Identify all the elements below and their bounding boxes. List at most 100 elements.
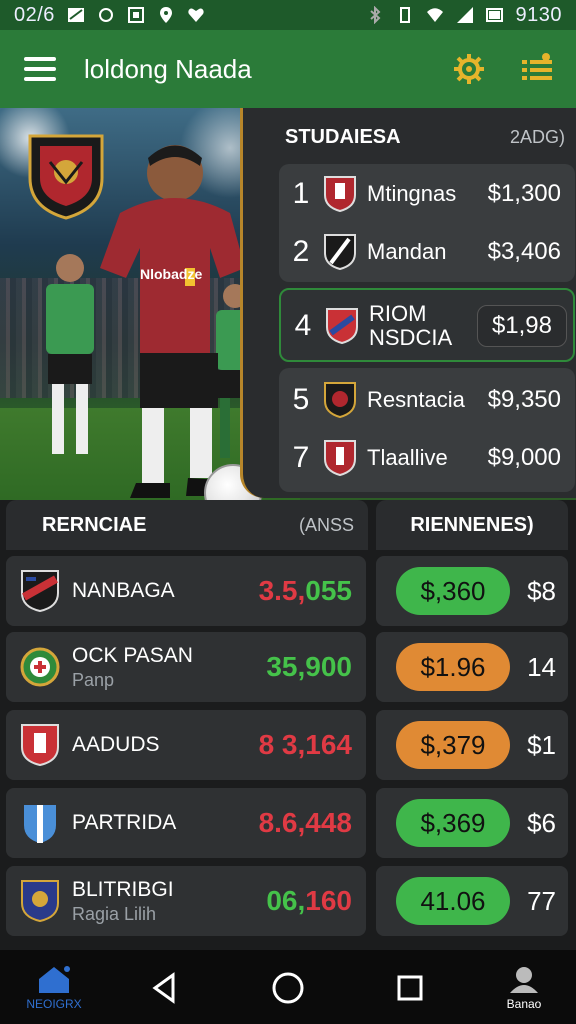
hamburger-menu-icon[interactable]	[24, 57, 56, 81]
team-value-part1: 35,900	[266, 651, 352, 682]
team-badge-icon	[24, 805, 56, 843]
team-row[interactable]: NANBAGA 3.5,055	[6, 556, 366, 626]
odds-button[interactable]: $,379	[396, 721, 510, 769]
team-value: 35,900	[266, 651, 352, 683]
team-badge-icon	[324, 176, 356, 213]
odds-row: 41.06 77	[376, 866, 568, 936]
standings-group-1: 1 Mtingnas $1,300 2 Mandan $3,406	[279, 164, 575, 282]
team-name-line1: RIOM	[369, 301, 427, 326]
standings-row[interactable]: 7 Tlaallive $9,000	[279, 430, 575, 486]
standings-row-selected[interactable]: 4 RIOM NSDCIA $1,98	[281, 298, 576, 354]
odds-row: $,360 $8	[376, 556, 568, 626]
team-name: Mandan	[367, 239, 447, 264]
team-value: 8.6,448	[259, 807, 352, 839]
home-circle-icon	[272, 972, 304, 1004]
odds-button[interactable]: $1.96	[396, 643, 510, 691]
team-value: 06,160	[266, 885, 352, 917]
app-title: loldong Naada	[84, 53, 252, 84]
club-crest-icon	[28, 134, 104, 220]
team-value-part1: 8 3,164	[258, 729, 352, 760]
team-text: NANBAGA	[72, 579, 259, 603]
standings-row[interactable]: 1 Mtingnas $1,300	[279, 166, 575, 222]
nav-home[interactable]: NEOIGRX	[22, 958, 86, 1018]
section-title-left: RERNCIAE	[42, 513, 147, 536]
team-row[interactable]: PARTRIDA 8.6,448	[6, 788, 366, 858]
odds-button[interactable]: 41.06	[396, 877, 510, 925]
team-value: 3.5,055	[259, 575, 352, 607]
team-value-part1: 06,	[266, 885, 306, 916]
team-value-part1: 8.6,448	[258, 807, 352, 838]
team-subtitle: Ragia Lilih	[72, 903, 157, 924]
gear-icon[interactable]	[452, 52, 486, 86]
section-subtitle-left: (ANSS	[298, 514, 354, 535]
team-row[interactable]: AADUDS 8 3,164	[6, 710, 366, 780]
rank: 7	[292, 441, 310, 474]
team-text: OCK PASAN Panp	[72, 644, 266, 691]
team-name: RIOM NSDCIA	[369, 302, 477, 350]
team-subtitle: Panp	[72, 669, 115, 690]
odds-button[interactable]: $,369	[396, 799, 510, 847]
status-time-right: 9130	[515, 3, 562, 26]
status-bar: 02/6 9130	[0, 0, 576, 30]
odds-button[interactable]: $,360	[396, 567, 510, 615]
team-text: PARTRIDA	[72, 811, 259, 835]
team-value: 8 3,164	[259, 729, 352, 761]
team-value-part2: 055	[305, 575, 352, 606]
odds-value: $1	[527, 729, 556, 760]
screenshot-icon	[127, 7, 144, 23]
recents-square-icon	[397, 975, 423, 1001]
team-name: NANBAGA	[72, 579, 175, 602]
odds-row: $,379 $1	[376, 710, 568, 780]
email-icon	[67, 8, 84, 22]
sync-icon	[98, 8, 113, 22]
standings-subtitle: 2ADG)	[509, 126, 565, 147]
team-badge-icon	[324, 234, 356, 271]
profile-icon	[510, 967, 538, 993]
bluetooth-icon	[369, 6, 380, 24]
rank: 2	[292, 235, 310, 268]
signal-icon	[456, 7, 473, 23]
player-shirt-text: Nlobadze	[140, 266, 203, 282]
standings-panel: STUDAIESA 2ADG) 1 Mtingnas $1,300 2 Mand…	[240, 108, 576, 498]
standings-row[interactable]: 2 Mandan $3,406	[279, 224, 575, 280]
team-name: OCK PASAN	[72, 643, 193, 667]
standings-group-2: 5 Resntacia $9,350 7 Tlaallive $9,000	[279, 368, 575, 492]
team-value-part1: 3.5,	[258, 575, 306, 606]
filter-list-icon[interactable]	[520, 52, 554, 86]
vibrate-icon	[399, 7, 410, 23]
section-title-right: RIENNENES)	[410, 513, 534, 536]
location-icon	[159, 7, 172, 23]
nav-recents[interactable]	[378, 958, 442, 1018]
team-row[interactable]: OCK PASAN Panp 35,900	[6, 632, 366, 702]
team-row[interactable]: BLITRIBGI Ragia Lilih 06,160	[6, 866, 366, 936]
odds-value: 77	[527, 885, 556, 916]
odds-value: $6	[527, 807, 556, 838]
team-value-part2: 160	[305, 885, 352, 916]
team-name: Tlaallive	[367, 445, 448, 470]
section-header-right: RIENNENES)	[376, 500, 568, 550]
team-badge-icon	[324, 440, 356, 477]
standings-group-highlight: 4 RIOM NSDCIA $1,98	[279, 288, 575, 362]
team-name: AADUDS	[72, 733, 160, 756]
team-price[interactable]: $1,98	[476, 305, 567, 347]
team-badge-icon	[20, 647, 60, 687]
nav-home-label: NEOIGRX	[26, 997, 82, 1011]
status-left: 02/6	[14, 4, 205, 27]
team-name: Resntacia	[367, 387, 465, 412]
team-badge-icon	[324, 382, 356, 419]
standings-row[interactable]: 5 Resntacia $9,350	[279, 372, 575, 428]
nav-home-circle[interactable]	[256, 958, 320, 1018]
team-text: BLITRIBGI Ragia Lilih	[72, 878, 266, 925]
heart-icon	[188, 8, 204, 22]
team-text: AADUDS	[72, 733, 259, 757]
nav-profile-label: Banao	[506, 997, 542, 1011]
standings-header: STUDAIESA 2ADG)	[285, 122, 575, 152]
standings-title: STUDAIESA	[285, 125, 401, 148]
rank: 1	[292, 177, 310, 210]
status-time-left: 02/6	[14, 3, 55, 26]
team-badge-icon	[21, 570, 59, 613]
section-header-left: RERNCIAE (ANSS	[6, 500, 368, 550]
nav-profile[interactable]: Banao	[492, 958, 556, 1018]
nav-back[interactable]	[132, 958, 196, 1018]
odds-row: $1.96 14	[376, 632, 568, 702]
